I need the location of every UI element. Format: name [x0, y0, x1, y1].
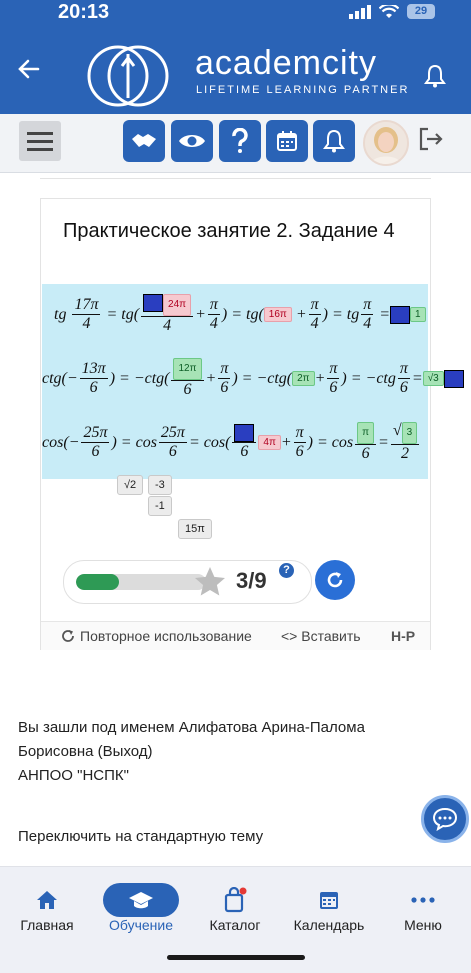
login-info: Вы зашли под именем Алифатова Арина-Пало… — [18, 716, 438, 788]
toolbar-notifications-button[interactable] — [313, 120, 355, 162]
reuse-icon — [62, 630, 74, 642]
equation-row-3: cos(− 25π 6 ) = cos 25π 6 = cos( 6 4π + π6… — [42, 422, 421, 463]
drop-zone[interactable] — [390, 305, 411, 324]
drag-drop-task-area: tg 17π 4 = tg( 24π 4 + π4 ) = tg( 16π + π4… — [42, 284, 464, 479]
home-icon — [37, 891, 57, 909]
app-header: academcity LIFETIME LEARNING PARTNER — [0, 24, 471, 114]
nav-calendar[interactable]: Календарь — [284, 883, 374, 933]
calendar-icon — [277, 131, 297, 151]
answer-tile-correct[interactable]: 12π — [173, 358, 202, 380]
battery-icon: 29 — [407, 4, 435, 19]
shopping-bag-icon — [224, 887, 247, 913]
drop-zone[interactable] — [443, 369, 464, 388]
answer-tile-correct[interactable]: 2π — [292, 371, 315, 386]
nav-learning-label: Обучение — [108, 917, 174, 933]
chat-button[interactable] — [421, 795, 469, 843]
question-icon — [232, 128, 248, 153]
answer-tile-incorrect[interactable]: 16π — [263, 307, 292, 322]
score-help-button[interactable]: ? — [279, 563, 294, 578]
nav-menu-label: Меню — [404, 917, 442, 933]
logout-link[interactable]: Борисовна (Выход) — [18, 740, 438, 764]
answer-tile-correct[interactable]: √3 — [422, 371, 444, 386]
eye-icon — [179, 135, 205, 147]
nav-home-label: Главная — [20, 917, 74, 933]
bell-icon — [424, 64, 446, 88]
more-dots-icon — [411, 897, 435, 903]
signal-icon — [349, 4, 371, 19]
nav-learning[interactable]: Обучение — [96, 883, 186, 933]
answer-tile-correct[interactable]: π — [357, 422, 375, 444]
handshake-icon — [132, 134, 156, 147]
avatar[interactable] — [363, 120, 409, 166]
answer-tile-incorrect[interactable]: 4π — [258, 435, 281, 450]
help-button[interactable] — [219, 120, 261, 162]
draggable-option[interactable]: √2 — [117, 475, 144, 495]
draggable-option[interactable]: -1 — [148, 496, 172, 516]
user-photo-icon — [365, 122, 407, 164]
nav-calendar-label: Календарь — [293, 917, 365, 933]
progress-bar-fill — [76, 574, 120, 590]
menu-toggle-button[interactable] — [19, 121, 61, 161]
draggable-option[interactable]: 15π — [178, 519, 212, 539]
nav-home[interactable]: Главная — [2, 883, 92, 933]
bell-icon — [323, 129, 345, 153]
star-icon — [195, 567, 225, 596]
equation-row-1: tg 17π 4 = tg( 24π 4 + π4 ) = tg( 16π + π4… — [54, 294, 426, 335]
graduation-cap-icon — [129, 892, 153, 909]
drop-zone[interactable] — [234, 424, 255, 443]
answer-tile-correct[interactable]: 3 — [401, 422, 418, 444]
handshake-button[interactable] — [123, 120, 165, 162]
h5p-footer: Повторное использование <> Вставить H-P — [41, 621, 430, 650]
nav-menu[interactable]: Меню — [378, 883, 468, 933]
equation-row-2: ctg(− 13π 6 ) = −ctg( 12π 6 + π6 ) = −ctg(… — [42, 358, 464, 399]
reuse-label: Повторное использование — [80, 628, 252, 644]
status-time: 20:13 — [58, 1, 110, 23]
back-button[interactable] — [14, 54, 44, 84]
answer-tile-correct[interactable]: 1 — [410, 307, 426, 322]
h5p-task-card: Практическое занятие 2. Задание 4 tg 17π… — [40, 198, 464, 650]
calendar-button[interactable] — [266, 120, 308, 162]
nav-catalog-label: Каталог — [209, 917, 261, 933]
nav-catalog[interactable]: Каталог — [190, 883, 280, 933]
exit-icon — [419, 127, 443, 151]
hamburger-icon — [27, 132, 53, 151]
embed-button[interactable]: <> Вставить — [281, 628, 361, 644]
status-bar: 20:13 29 — [0, 0, 471, 24]
organization-name: АНПОО "НСПК" — [18, 767, 129, 784]
answer-tile-incorrect[interactable]: 24π — [163, 294, 192, 316]
score-progress: 3/9 ? — [63, 560, 312, 604]
academcity-logo-icon — [87, 45, 169, 107]
brand-tagline: LIFETIME LEARNING PARTNER — [196, 84, 410, 96]
notifications-button[interactable] — [424, 64, 446, 93]
draggable-option[interactable]: -3 — [148, 475, 172, 495]
switch-theme-link[interactable]: Переключить на стандартную тему — [18, 828, 263, 845]
retry-icon — [327, 572, 343, 588]
login-user-line: Вы зашли под именем Алифатова Арина-Пало… — [18, 719, 365, 736]
score-text: 3/9 — [236, 568, 267, 593]
chat-bubble-icon — [432, 807, 458, 831]
h5p-logo[interactable]: H-P — [391, 628, 415, 644]
progress-bar — [76, 574, 206, 590]
view-button[interactable] — [171, 120, 213, 162]
logout-button[interactable] — [418, 126, 444, 157]
retry-button[interactable] — [315, 560, 355, 600]
divider — [40, 172, 431, 179]
task-title: Практическое занятие 2. Задание 4 — [63, 220, 395, 242]
calendar-icon — [320, 892, 338, 909]
drop-zone[interactable] — [143, 294, 164, 313]
wifi-icon — [379, 4, 399, 18]
toolbar — [0, 114, 471, 173]
brand-name: academcity — [195, 44, 377, 82]
arrow-left-icon — [18, 59, 40, 79]
home-indicator — [167, 955, 305, 960]
reuse-button[interactable]: Повторное использование — [61, 628, 252, 644]
